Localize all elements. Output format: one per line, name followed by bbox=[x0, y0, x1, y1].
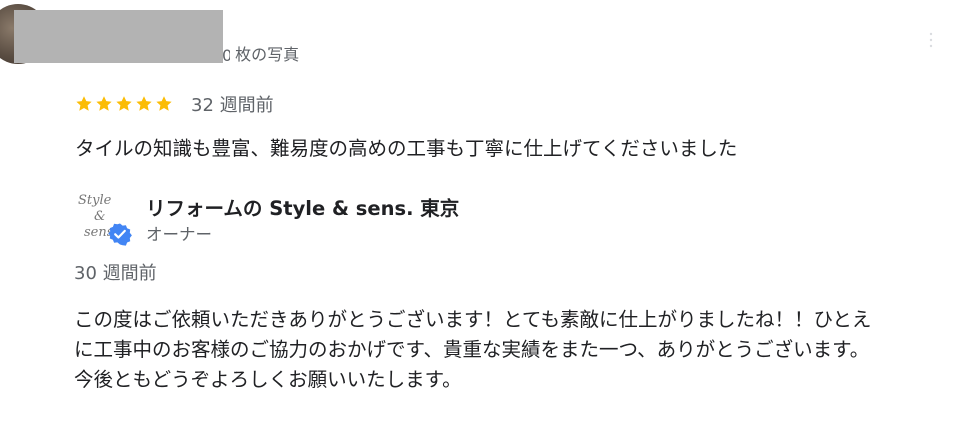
owner-reply-text: この度はご依頼いただきありがとうございます！とても素敵に仕上がりましたね！！ひと… bbox=[74, 305, 954, 395]
more-vert-icon[interactable] bbox=[928, 30, 934, 50]
owner-logo-word: & bbox=[94, 209, 106, 224]
owner-reply-line: 今後ともどうぞよろしくお願いいたします。 bbox=[74, 368, 462, 391]
owner-role-label: オーナー bbox=[146, 225, 212, 244]
star-icon bbox=[76, 96, 92, 111]
verified-check-icon bbox=[108, 223, 132, 246]
photo-count-digit: 0 bbox=[222, 46, 230, 65]
star-icon bbox=[156, 96, 172, 111]
photo-count-label: 枚の写真 bbox=[235, 45, 300, 64]
rating-row: 32 週間前 bbox=[75, 92, 274, 116]
star-rating bbox=[75, 95, 173, 113]
owner-reply-line: この度はご依頼いただきありがとうございます！とても素敵に仕上がりましたね！！ひと… bbox=[74, 308, 872, 331]
star-icon bbox=[116, 96, 132, 111]
redacted-reviewer-name bbox=[14, 10, 223, 63]
owner-reply-time: 30 週間前 bbox=[74, 263, 157, 284]
owner-name[interactable]: リフォームの Style & sens. 東京 bbox=[146, 192, 459, 221]
review-time: 32 週間前 bbox=[191, 95, 274, 116]
review-text: タイルの知識も豊富、難易度の高めの工事も丁寧に仕上げてくださいました bbox=[75, 137, 738, 160]
reviewer-photo-count: 0 枚の写真 bbox=[222, 41, 299, 65]
owner-logo-word: Style bbox=[78, 193, 112, 208]
owner-reply-line: に工事中のお客様のご協力のおかげです、貴重な実績をまた一つ、ありがとうございます… bbox=[74, 338, 870, 361]
star-icon bbox=[96, 96, 112, 111]
star-icon bbox=[136, 96, 152, 111]
review-card: 0 枚の写真 32 週間前 タイルの知識も豊富、難易度の高めの工事も丁寧に仕上げ… bbox=[0, 0, 960, 422]
